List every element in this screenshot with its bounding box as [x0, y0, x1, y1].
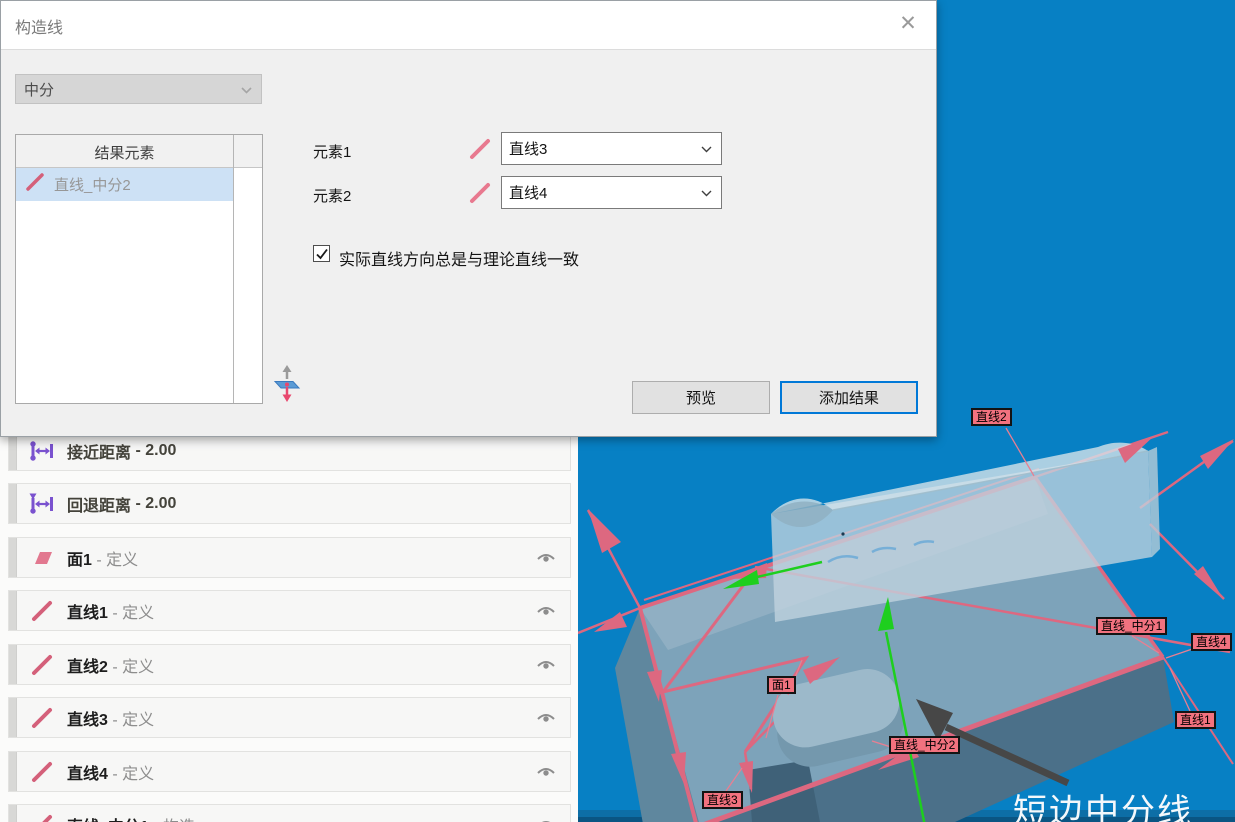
- tree-row-value: - 2.00: [131, 442, 176, 460]
- tree-row-label: 直线2: [67, 653, 108, 677]
- element-label-midline2[interactable]: 直线_中分2: [889, 736, 960, 754]
- element1-label: 元素1: [313, 141, 351, 162]
- element-label-line4[interactable]: 直线4: [1191, 633, 1232, 651]
- tree-row-label: 接近距离: [67, 439, 131, 463]
- line-icon: [467, 136, 493, 162]
- direction-checkbox[interactable]: [313, 245, 330, 262]
- element-label-line1[interactable]: 直线1: [1175, 711, 1216, 729]
- method-dropdown[interactable]: 中分: [15, 74, 262, 104]
- construct-line-dialog: 构造线 ✕ 中分 结果元素 直线_中分2 元素1: [0, 0, 937, 437]
- result-list-item-selected[interactable]: 直线_中分2: [16, 168, 233, 201]
- line-icon: [29, 760, 55, 784]
- line-icon: [29, 813, 55, 822]
- visibility-eye-icon[interactable]: [536, 765, 556, 778]
- visibility-eye-icon[interactable]: [536, 818, 556, 822]
- visibility-eye-icon[interactable]: [536, 551, 556, 564]
- tree-row-value: - 2.00: [131, 495, 176, 513]
- result-list-header-label: 结果元素: [16, 142, 233, 163]
- add-result-button[interactable]: 添加结果: [780, 381, 918, 414]
- tree-row-value: - 定义: [108, 599, 154, 623]
- row-grip: [9, 591, 17, 630]
- tree-row-label: 面1: [67, 546, 92, 570]
- direction-checkbox-label: 实际直线方向总是与理论直线一致: [339, 246, 579, 270]
- chevron-down-icon: [241, 87, 252, 94]
- tree-row-midline1[interactable]: 直线_中分1 - 构造: [8, 804, 571, 822]
- dialog-titlebar[interactable]: 构造线 ✕: [1, 1, 936, 50]
- element-label-line2[interactable]: 直线2: [971, 408, 1012, 426]
- row-grip: [9, 538, 17, 577]
- element2-dropdown-value: 直线4: [509, 182, 547, 203]
- viewport-caption: 短边中分线: [1013, 784, 1193, 822]
- preview-button[interactable]: 预览: [632, 381, 770, 414]
- tree-row-label: 直线4: [67, 760, 108, 784]
- tree-row-line4[interactable]: 直线4 - 定义: [8, 751, 571, 792]
- tree-row-line1[interactable]: 直线1 - 定义: [8, 590, 571, 631]
- column-divider: [233, 135, 234, 403]
- tree-row-value: - 定义: [92, 546, 138, 570]
- tree-row-line2[interactable]: 直线2 - 定义: [8, 644, 571, 685]
- line-icon: [29, 599, 55, 623]
- result-list-header: 结果元素: [16, 135, 262, 168]
- tree-row-line3[interactable]: 直线3 - 定义: [8, 697, 571, 738]
- row-grip: [9, 645, 17, 684]
- tree-row-retract-distance[interactable]: 回退距离 - 2.00: [8, 483, 571, 524]
- visibility-eye-icon[interactable]: [536, 711, 556, 724]
- element2-label: 元素2: [313, 185, 351, 206]
- element1-dropdown-value: 直线3: [509, 138, 547, 159]
- tree-row-value: - 定义: [108, 760, 154, 784]
- tree-row-label: 直线1: [67, 599, 108, 623]
- chevron-down-icon: [701, 190, 712, 197]
- element2-dropdown[interactable]: 直线4: [501, 176, 722, 209]
- close-icon[interactable]: ✕: [894, 10, 922, 38]
- element-label-line3[interactable]: 直线3: [702, 791, 743, 809]
- app-window: 直线2 直线_中分1 直线4 直线1 面1 直线_中分2 直线3 短边中分线 接…: [0, 0, 1235, 822]
- line-icon: [29, 653, 55, 677]
- tree-row-label: 直线3: [67, 706, 108, 730]
- tree-row-value: - 定义: [108, 706, 154, 730]
- result-elements-list[interactable]: 结果元素 直线_中分2: [15, 134, 263, 404]
- chevron-down-icon: [701, 146, 712, 153]
- tree-row-plane1[interactable]: 面1 - 定义: [8, 537, 571, 578]
- element-label-plane1[interactable]: 面1: [767, 676, 796, 694]
- line-icon: [467, 180, 493, 206]
- element-label-midline1[interactable]: 直线_中分1: [1096, 617, 1167, 635]
- visibility-eye-icon[interactable]: [536, 604, 556, 617]
- line-icon: [29, 706, 55, 730]
- retract-distance-icon: [29, 492, 55, 516]
- row-grip: [9, 805, 17, 822]
- check-icon: [315, 247, 329, 261]
- line-icon: [24, 172, 46, 197]
- flip-direction-icon[interactable]: [273, 365, 301, 402]
- visibility-eye-icon[interactable]: [536, 658, 556, 671]
- plane-icon: [29, 546, 55, 570]
- row-grip: [9, 484, 17, 523]
- tree-row-label: 直线_中分1: [67, 813, 149, 822]
- element1-dropdown[interactable]: 直线3: [501, 132, 722, 165]
- approach-distance-icon: [29, 439, 55, 463]
- row-grip: [9, 752, 17, 791]
- tree-row-value: - 构造: [149, 813, 195, 822]
- dialog-title: 构造线: [15, 14, 63, 38]
- tree-row-value: - 定义: [108, 653, 154, 677]
- tree-row-label: 回退距离: [67, 492, 131, 516]
- method-dropdown-value: 中分: [24, 79, 54, 100]
- row-grip: [9, 698, 17, 737]
- result-item-label: 直线_中分2: [54, 174, 131, 195]
